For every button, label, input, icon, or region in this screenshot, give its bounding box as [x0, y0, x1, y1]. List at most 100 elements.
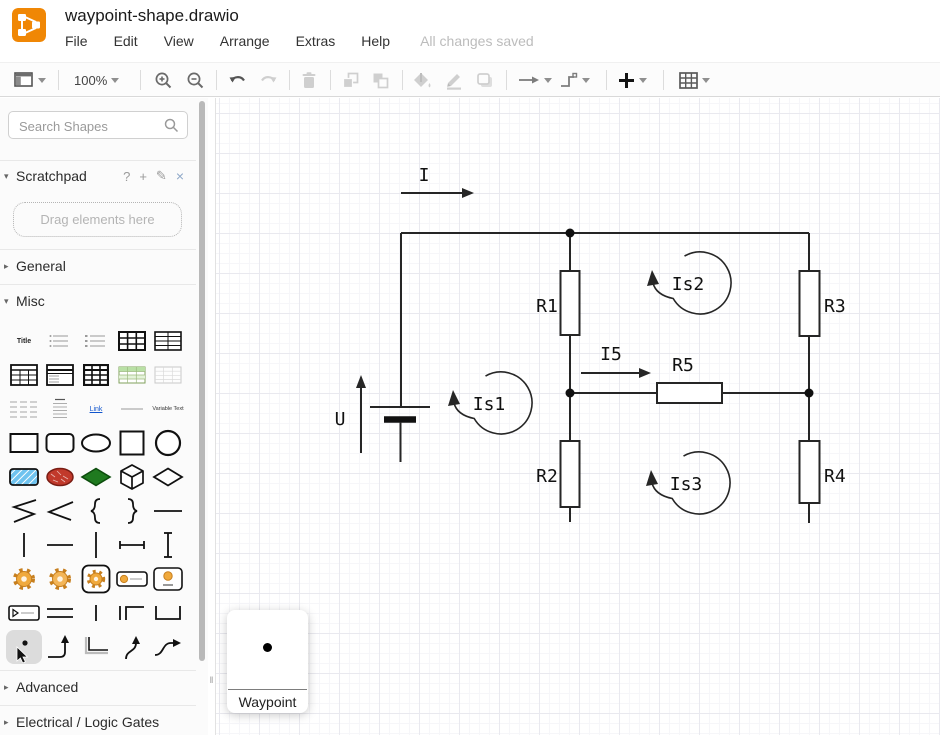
- shape-waypoint[interactable]: [6, 630, 42, 664]
- shape-horizontal-edge[interactable]: [114, 528, 150, 562]
- scratchpad-edit-button[interactable]: ✎: [156, 168, 167, 184]
- shape-angle-line[interactable]: [42, 494, 78, 528]
- resistor-r4[interactable]: R4: [800, 441, 846, 503]
- scratchpad-close-button[interactable]: ×: [176, 168, 184, 184]
- section-advanced[interactable]: ▸ Advanced: [0, 674, 196, 700]
- menu-arrange[interactable]: Arrange: [220, 33, 270, 49]
- shape-circle[interactable]: [150, 426, 186, 460]
- shape-gear-2[interactable]: [42, 562, 78, 596]
- drawing-canvas[interactable]: I U: [215, 98, 940, 735]
- table-button[interactable]: [679, 67, 710, 93]
- resistor-r5[interactable]: R5: [657, 355, 722, 403]
- resistor-r2[interactable]: R2: [536, 441, 579, 507]
- section-general[interactable]: ▸ General: [0, 253, 196, 279]
- redo-button[interactable]: [258, 67, 278, 93]
- menu-file[interactable]: File: [65, 33, 88, 49]
- shape-text-table[interactable]: [6, 392, 42, 426]
- shape-left-brace[interactable]: [78, 494, 114, 528]
- sidebar-resize-handle[interactable]: ‖: [208, 672, 215, 688]
- resistor-r3[interactable]: R3: [800, 271, 846, 336]
- current-i5-arrow[interactable]: I5: [581, 344, 651, 378]
- scratchpad-drop-zone[interactable]: Drag elements here: [13, 202, 182, 237]
- undo-button[interactable]: [228, 67, 248, 93]
- shape-u-bracket[interactable]: [150, 596, 186, 630]
- menu-edit[interactable]: Edit: [114, 33, 138, 49]
- fill-color-button[interactable]: [413, 67, 433, 93]
- shape-scurve-arrow-horizontal[interactable]: [150, 630, 186, 664]
- shape-link[interactable]: Link: [78, 392, 114, 426]
- shape-bullet-list[interactable]: [42, 324, 78, 358]
- to-front-button[interactable]: [341, 67, 360, 93]
- shape-scurve-arrow-vertical[interactable]: [114, 630, 150, 664]
- shape-vertical-edge[interactable]: [150, 528, 186, 562]
- shape-right-brace[interactable]: [114, 494, 150, 528]
- shape-table-rows[interactable]: [150, 324, 186, 358]
- menu-extras[interactable]: Extras: [296, 33, 336, 49]
- shape-table-title[interactable]: [42, 358, 78, 392]
- voltage-u-arrow[interactable]: U: [335, 375, 366, 453]
- shape-hatched-rectangle[interactable]: [6, 460, 42, 494]
- shape-short-bar[interactable]: [78, 596, 114, 630]
- shape-corner-arrow[interactable]: [42, 630, 78, 664]
- line-color-button[interactable]: [444, 67, 464, 93]
- menu-view[interactable]: View: [164, 33, 194, 49]
- connection-style-button[interactable]: [518, 67, 552, 93]
- shape-numbered-list[interactable]: [78, 324, 114, 358]
- shape-double-corner[interactable]: [78, 630, 114, 664]
- shape-table-gray[interactable]: [150, 358, 186, 392]
- zoom-out-button[interactable]: [186, 67, 205, 93]
- mesh-loop-is1[interactable]: Is1: [448, 372, 532, 434]
- shape-square[interactable]: [114, 426, 150, 460]
- shape-gear-box[interactable]: [78, 562, 114, 596]
- shape-text-small[interactable]: [114, 392, 150, 426]
- shape-doodle-ellipse[interactable]: [42, 460, 78, 494]
- shape-table-bold[interactable]: [114, 324, 150, 358]
- section-scratchpad[interactable]: ▾ Scratchpad ? + ✎ ×: [0, 163, 196, 189]
- scratchpad-help-button[interactable]: ?: [123, 169, 130, 184]
- zoom-level-dropdown[interactable]: 100%: [74, 67, 119, 93]
- shape-horizontal-line[interactable]: [150, 494, 186, 528]
- page-view-button[interactable]: [14, 67, 46, 93]
- scratchpad-add-button[interactable]: +: [139, 169, 147, 184]
- shape-horizontal-line-2[interactable]: [42, 528, 78, 562]
- shape-rectangle[interactable]: [6, 426, 42, 460]
- sidebar-scrollbar[interactable]: [199, 101, 205, 661]
- menu-help[interactable]: Help: [361, 33, 390, 49]
- section-electrical[interactable]: ▸ Electrical / Logic Gates: [0, 709, 196, 735]
- mesh-loop-is2[interactable]: Is2: [647, 252, 731, 314]
- shape-corner-lines[interactable]: [114, 596, 150, 630]
- shape-table-dark[interactable]: [78, 358, 114, 392]
- shape-zigzag-line[interactable]: [6, 494, 42, 528]
- shape-callout-play[interactable]: [6, 596, 42, 630]
- shape-rounded-rectangle[interactable]: [42, 426, 78, 460]
- shape-table-header[interactable]: [6, 358, 42, 392]
- shape-gear[interactable]: [6, 562, 42, 596]
- shape-ellipse[interactable]: [78, 426, 114, 460]
- to-back-button[interactable]: [371, 67, 390, 93]
- circuit-diagram[interactable]: I U: [216, 98, 940, 735]
- voltage-source[interactable]: [370, 407, 430, 462]
- shape-gear-label-wide[interactable]: [114, 562, 150, 596]
- shape-diamond[interactable]: [150, 460, 186, 494]
- mesh-loop-is3[interactable]: Is3: [646, 452, 730, 514]
- shape-double-line[interactable]: [42, 596, 78, 630]
- current-i-arrow[interactable]: I: [401, 165, 474, 198]
- delete-button[interactable]: [300, 67, 318, 93]
- shape-text-list[interactable]: [42, 392, 78, 426]
- shape-variable-text[interactable]: Variable Text: [150, 392, 186, 426]
- search-input[interactable]: [17, 113, 171, 139]
- shape-search[interactable]: [8, 111, 188, 139]
- zoom-in-button[interactable]: [154, 67, 173, 93]
- resistor-r1[interactable]: R1: [536, 271, 579, 335]
- section-misc[interactable]: ▾ Misc: [0, 288, 196, 314]
- shape-gear-label-box[interactable]: [150, 562, 186, 596]
- shape-vertical-line-2[interactable]: [78, 528, 114, 562]
- shape-cube[interactable]: [114, 460, 150, 494]
- insert-button[interactable]: [618, 67, 647, 93]
- shape-table-green[interactable]: [114, 358, 150, 392]
- shape-title-text[interactable]: Title: [6, 324, 42, 358]
- waypoint-style-button[interactable]: [560, 67, 590, 93]
- shape-vertical-line[interactable]: [6, 528, 42, 562]
- shadow-button[interactable]: [475, 67, 495, 93]
- shape-doodle-diamond[interactable]: [78, 460, 114, 494]
